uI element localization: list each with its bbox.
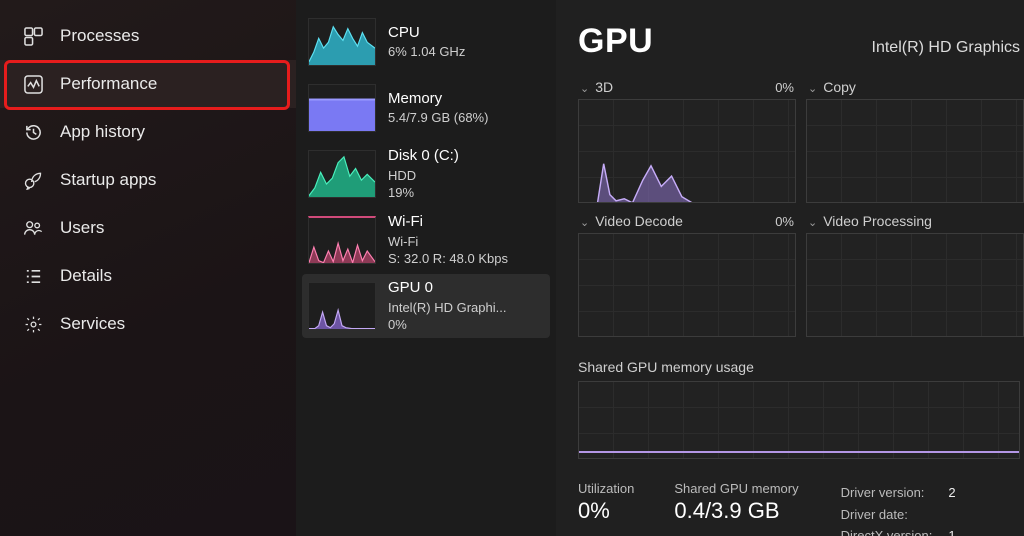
- shared-mem-label: Shared GPU memory usage: [578, 359, 1024, 375]
- sidebar-nav: Processes Performance App history Startu…: [0, 0, 296, 536]
- details-icon: [22, 265, 44, 287]
- chevron-down-icon: ⌄: [580, 82, 589, 95]
- plot-video-processing: [806, 233, 1024, 337]
- gpu-detail-panel: GPU Intel(R) HD Graphics ⌄3D 0% ⌄Copy: [556, 0, 1024, 536]
- nav-item-app-history[interactable]: App history: [0, 108, 296, 156]
- perf-item-gpu[interactable]: GPU 0 Intel(R) HD Graphi... 0%: [302, 274, 550, 338]
- plot-shared-memory: [578, 381, 1020, 459]
- services-icon: [22, 313, 44, 335]
- perf-sub2: S: 32.0 R: 48.0 Kbps: [388, 250, 508, 268]
- plot-label-video-processing[interactable]: ⌄Video Processing: [808, 213, 932, 229]
- plot-label-copy[interactable]: ⌄Copy: [808, 79, 856, 95]
- perf-item-wifi[interactable]: Wi-Fi Wi-Fi S: 32.0 R: 48.0 Kbps: [302, 208, 550, 272]
- performance-list: CPU 6% 1.04 GHz Memory 5.4/7.9 GB (68%) …: [296, 0, 556, 536]
- plot-copy: [806, 99, 1024, 203]
- shared-mem-line: [579, 451, 1019, 453]
- nav-item-services[interactable]: Services: [0, 300, 296, 348]
- util-value: 0%: [578, 498, 634, 524]
- nav-label: Details: [60, 266, 112, 286]
- users-icon: [22, 217, 44, 239]
- perf-sub: HDD: [388, 167, 459, 185]
- page-title: GPU: [578, 22, 653, 61]
- nav-item-startup-apps[interactable]: Startup apps: [0, 156, 296, 204]
- plot-pct: 0%: [775, 214, 794, 229]
- nav-label: Users: [60, 218, 104, 238]
- nav-label: App history: [60, 122, 145, 142]
- chevron-down-icon: ⌄: [808, 216, 817, 229]
- processes-icon: [22, 25, 44, 47]
- perf-title: Memory: [388, 89, 488, 109]
- nav-item-performance[interactable]: Performance: [0, 60, 296, 108]
- gpu-sparkline: [308, 282, 376, 330]
- disk-sparkline: [308, 150, 376, 198]
- shared-label: Shared GPU memory: [674, 481, 798, 496]
- gpu-name: Intel(R) HD Graphics: [872, 39, 1020, 57]
- nav-item-details[interactable]: Details: [0, 252, 296, 300]
- nav-item-processes[interactable]: Processes: [0, 12, 296, 60]
- plot-video-decode: [578, 233, 796, 337]
- nav-label: Processes: [60, 26, 139, 46]
- perf-sub: 5.4/7.9 GB (68%): [388, 109, 488, 127]
- perf-title: GPU 0: [388, 278, 506, 298]
- util-label: Utilization: [578, 481, 634, 496]
- perf-title: Disk 0 (C:): [388, 146, 459, 166]
- performance-icon: [22, 73, 44, 95]
- nav-item-users[interactable]: Users: [0, 204, 296, 252]
- nav-label: Startup apps: [60, 170, 156, 190]
- perf-sub: 6% 1.04 GHz: [388, 43, 465, 61]
- history-icon: [22, 121, 44, 143]
- perf-title: CPU: [388, 23, 465, 43]
- nav-label: Performance: [60, 74, 157, 94]
- plot-3d: [578, 99, 796, 203]
- perf-title: Wi-Fi: [388, 212, 508, 232]
- startup-icon: [22, 169, 44, 191]
- perf-sub2: 19%: [388, 184, 459, 202]
- cpu-sparkline: [308, 18, 376, 66]
- driver-info: Driver version:2 Driver date: DirectX ve…: [839, 481, 958, 536]
- chevron-down-icon: ⌄: [580, 216, 589, 229]
- plot-label-video-decode[interactable]: ⌄Video Decode: [580, 213, 683, 229]
- chevron-down-icon: ⌄: [808, 82, 817, 95]
- wifi-sparkline: [308, 216, 376, 264]
- shared-value: 0.4/3.9 GB: [674, 498, 798, 524]
- perf-item-cpu[interactable]: CPU 6% 1.04 GHz: [302, 10, 550, 74]
- memory-sparkline: [308, 84, 376, 132]
- plot-label-3d[interactable]: ⌄3D: [580, 79, 613, 95]
- perf-item-disk[interactable]: Disk 0 (C:) HDD 19%: [302, 142, 550, 206]
- nav-label: Services: [60, 314, 125, 334]
- perf-sub2: 0%: [388, 316, 506, 334]
- plot-pct: 0%: [775, 80, 794, 95]
- perf-sub: Wi-Fi: [388, 233, 508, 251]
- perf-sub: Intel(R) HD Graphi...: [388, 299, 506, 317]
- perf-item-memory[interactable]: Memory 5.4/7.9 GB (68%): [302, 76, 550, 140]
